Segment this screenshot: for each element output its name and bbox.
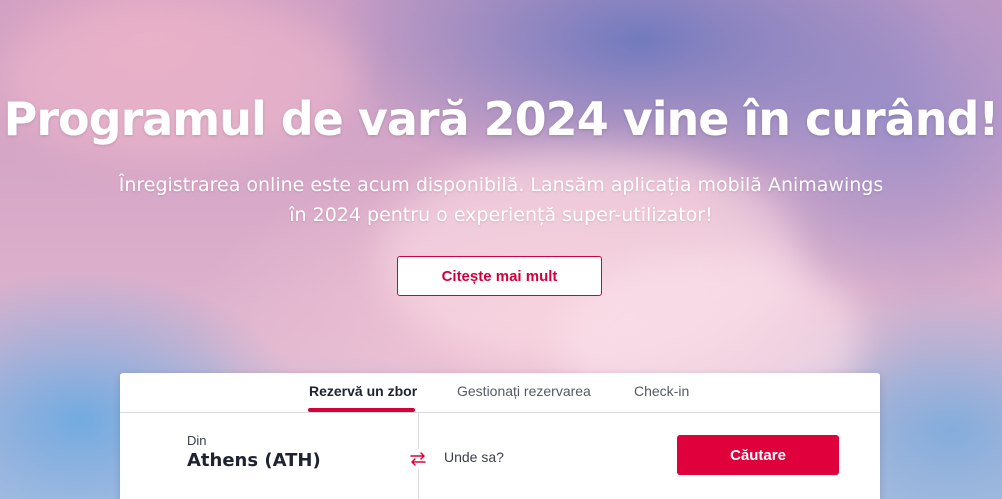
search-button[interactable]: Căutare [677,435,839,475]
hero-banner: Programul de vară 2024 vine în curând! Î… [0,0,1002,499]
active-tab-indicator [308,408,415,412]
read-more-button[interactable]: Citește mai mult [397,256,602,296]
swap-arrows-icon[interactable] [408,449,428,469]
origin-field[interactable]: Din Athens (ATH) [187,433,321,471]
booking-tabs: Rezervă un zbor Gestionați rezervarea Ch… [120,373,880,413]
hero-subtitle-line2: în 2024 pentru o experiență super-utiliz… [289,204,713,226]
hero-subtitle: Înregistrarea online este acum disponibi… [0,170,1002,230]
destination-input[interactable]: Unde sa? [444,449,504,465]
tab-check-in[interactable]: Check-in [634,383,689,399]
origin-value: Athens (ATH) [187,450,321,471]
booking-panel: Rezervă un zbor Gestionați rezervarea Ch… [120,373,880,499]
hero-subtitle-line1: Înregistrarea online este acum disponibi… [118,174,884,196]
origin-label: Din [187,433,207,448]
tab-manage-booking[interactable]: Gestionați rezervarea [457,383,591,399]
tab-book-flight[interactable]: Rezervă un zbor [309,383,417,399]
hero-headline: Programul de vară 2024 vine în curând! [3,92,1000,146]
